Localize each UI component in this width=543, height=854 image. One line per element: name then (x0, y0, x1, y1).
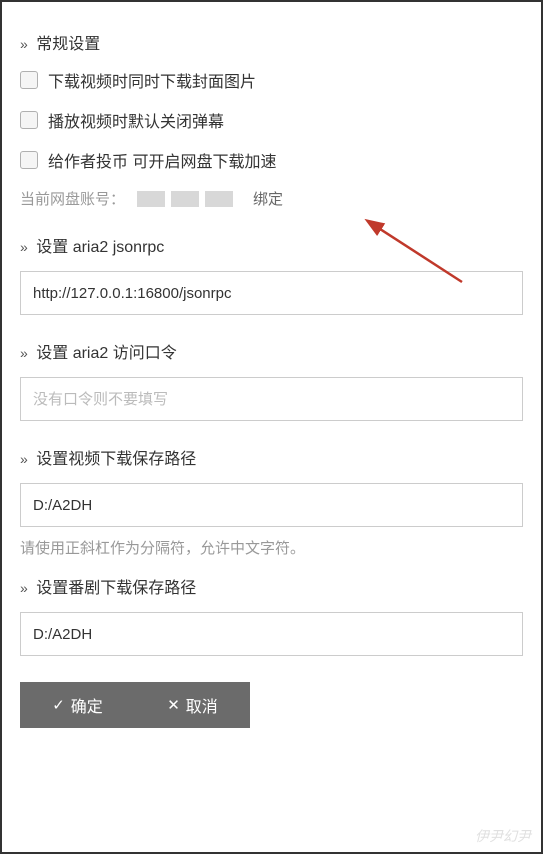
path-hint: 请使用正斜杠作为分隔符，允许中文字符。 (20, 537, 523, 558)
coin-boost-checkbox[interactable] (20, 151, 38, 169)
chevron-icon: » (20, 451, 28, 467)
jsonrpc-input[interactable] (20, 271, 523, 315)
general-settings-header: » 常规设置 (20, 30, 523, 54)
chevron-icon: » (20, 580, 28, 596)
token-input[interactable] (20, 377, 523, 421)
chevron-icon: » (20, 239, 28, 255)
download-cover-row[interactable]: 下载视频时同时下载封面图片 (20, 68, 523, 92)
close-icon: ✕ (167, 696, 180, 714)
confirm-label: 确定 (71, 693, 103, 717)
check-icon: ✓ (52, 696, 65, 714)
bangumi-path-input[interactable] (20, 612, 523, 656)
bangumi-path-header: » 设置番剧下载保存路径 (20, 574, 523, 598)
confirm-button[interactable]: ✓ 确定 (20, 682, 135, 728)
coin-boost-row[interactable]: 给作者投币 可开启网盘下载加速 (20, 148, 523, 172)
close-danmu-row[interactable]: 播放视频时默认关闭弹幕 (20, 108, 523, 132)
general-settings-label: 常规设置 (36, 36, 100, 53)
video-path-input[interactable] (20, 483, 523, 527)
account-value-redacted (137, 191, 233, 207)
cancel-label: 取消 (186, 693, 218, 717)
bangumi-path-label: 设置番剧下载保存路径 (36, 580, 196, 597)
coin-boost-label: 给作者投币 可开启网盘下载加速 (48, 148, 276, 172)
aria2-token-label: 设置 aria2 访问口令 (36, 345, 176, 362)
close-danmu-checkbox[interactable] (20, 111, 38, 129)
watermark: 伊尹幻尹 (475, 826, 531, 846)
download-cover-label: 下载视频时同时下载封面图片 (48, 68, 256, 92)
chevron-icon: » (20, 345, 28, 361)
video-path-label: 设置视频下载保存路径 (36, 451, 196, 468)
cancel-button[interactable]: ✕ 取消 (135, 682, 250, 728)
aria2-jsonrpc-header: » 设置 aria2 jsonrpc (20, 233, 523, 257)
aria2-jsonrpc-label: 设置 aria2 jsonrpc (36, 239, 164, 256)
bind-link[interactable]: 绑定 (253, 188, 283, 209)
download-cover-checkbox[interactable] (20, 71, 38, 89)
chevron-icon: » (20, 36, 28, 52)
account-label: 当前网盘账号： (20, 188, 125, 209)
button-bar: ✓ 确定 ✕ 取消 (20, 682, 250, 728)
account-row: 当前网盘账号： 绑定 (20, 188, 523, 209)
aria2-token-header: » 设置 aria2 访问口令 (20, 339, 523, 363)
video-path-header: » 设置视频下载保存路径 (20, 445, 523, 469)
close-danmu-label: 播放视频时默认关闭弹幕 (48, 108, 224, 132)
